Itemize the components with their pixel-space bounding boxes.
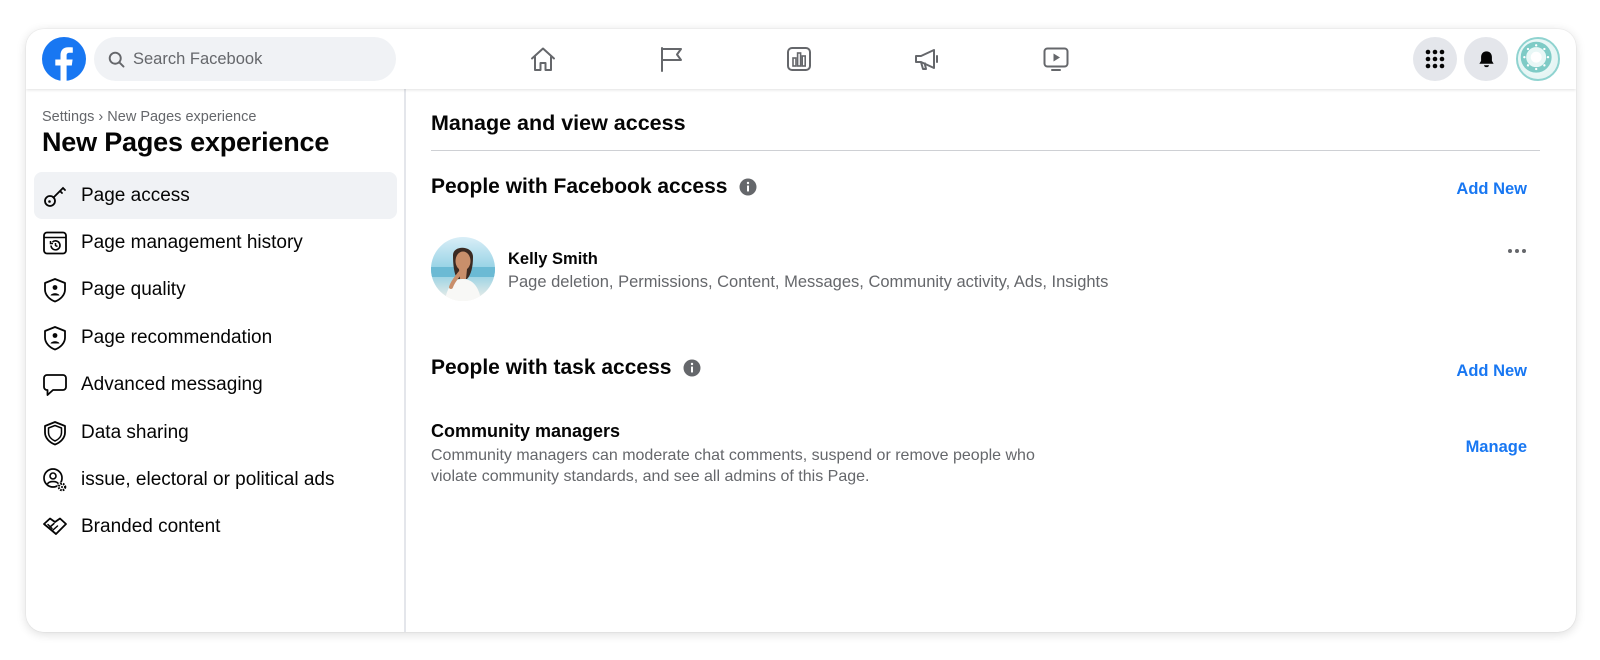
video-nav-button[interactable]: [1016, 29, 1096, 89]
profile-avatar-image: [1518, 39, 1555, 76]
sidebar-item-label: Page access: [81, 184, 190, 206]
home-icon: [531, 47, 555, 71]
page-title: New Pages experience: [42, 127, 330, 157]
more-dots-icon: [1508, 249, 1526, 253]
search-icon: [108, 51, 125, 67]
notifications-bell-icon: [1478, 50, 1494, 67]
menu-grid-icon: [1425, 49, 1445, 69]
search-bar[interactable]: [94, 37, 396, 81]
person-gear-icon: [42, 467, 68, 493]
top-navigation-bar: [26, 29, 1576, 89]
megaphone-icon: [915, 49, 938, 70]
sidebar-item-page-quality[interactable]: Page quality: [34, 267, 397, 314]
info-icon[interactable]: [683, 359, 701, 377]
notifications-button[interactable]: [1464, 37, 1508, 81]
sidebar-item-label: Advanced messaging: [81, 374, 263, 396]
person-photo: [431, 237, 495, 301]
menu-grid-button[interactable]: [1413, 37, 1457, 81]
sidebar-item-label: Page quality: [81, 279, 186, 301]
sidebar-item-label: Branded content: [81, 516, 221, 538]
sidebar-item-label: Page management history: [81, 232, 303, 254]
person-permissions: Page deletion, Permissions, Content, Mes…: [508, 273, 1109, 291]
video-icon: [1043, 47, 1069, 71]
sidebar-item-branded-content[interactable]: Branded content: [34, 504, 397, 551]
search-input[interactable]: [133, 49, 373, 69]
sidebar-item-label: Data sharing: [81, 421, 189, 443]
task-access-heading: People with task access: [431, 356, 701, 380]
pages-nav-button[interactable]: [631, 29, 711, 89]
settings-menu: Page access Page management history Page…: [34, 172, 397, 551]
flag-icon: [661, 47, 682, 72]
shield-person-icon: [42, 277, 68, 303]
breadcrumb[interactable]: Settings › New Pages experience: [42, 109, 256, 125]
role-description: Community managers can moderate chat com…: [431, 447, 1035, 485]
task-access-title: People with task access: [431, 356, 672, 379]
sidebar-item-political-ads[interactable]: issue, electoral or political ads: [34, 456, 397, 503]
info-icon[interactable]: [739, 178, 757, 196]
insights-nav-button[interactable]: [759, 29, 839, 89]
avatar[interactable]: [431, 237, 495, 301]
main-content: Manage and view access People with Faceb…: [431, 89, 1540, 632]
history-icon: [42, 230, 68, 256]
app-window: Settings › New Pages experience New Page…: [26, 29, 1576, 632]
add-new-facebook-access-button[interactable]: Add New: [1456, 180, 1527, 199]
profile-avatar[interactable]: [1516, 37, 1560, 81]
more-options-button[interactable]: [1502, 241, 1532, 261]
shield-icon: [42, 420, 68, 446]
facebook-logo-icon[interactable]: [42, 37, 86, 81]
sidebar-item-page-access[interactable]: Page access: [34, 172, 397, 220]
divider: [431, 150, 1540, 151]
add-new-task-access-button[interactable]: Add New: [1456, 362, 1527, 381]
insights-icon: [787, 47, 811, 71]
ads-nav-button[interactable]: [887, 29, 967, 89]
role-title: Community managers: [431, 421, 621, 441]
facebook-access-title: People with Facebook access: [431, 175, 728, 198]
sidebar-item-label: issue, electoral or political ads: [81, 469, 335, 491]
section-heading: Manage and view access: [431, 111, 686, 135]
sidebar-item-page-recommendation[interactable]: Page recommendation: [34, 314, 397, 361]
sidebar-item-advanced-messaging[interactable]: Advanced messaging: [34, 362, 397, 409]
person-name[interactable]: Kelly Smith: [508, 250, 598, 269]
sidebar-item-page-management-history[interactable]: Page management history: [34, 219, 397, 266]
facebook-access-heading: People with Facebook access: [431, 175, 757, 199]
key-icon: [42, 183, 68, 209]
shield-person-icon: [42, 325, 68, 351]
handshake-icon: [42, 514, 68, 540]
settings-sidebar: Settings › New Pages experience New Page…: [26, 89, 406, 632]
sidebar-item-label: Page recommendation: [81, 326, 273, 348]
manage-button[interactable]: Manage: [1466, 438, 1527, 457]
home-nav-button[interactable]: [503, 29, 583, 89]
speech-bubble-icon: [42, 372, 68, 398]
sidebar-item-data-sharing[interactable]: Data sharing: [34, 409, 397, 456]
